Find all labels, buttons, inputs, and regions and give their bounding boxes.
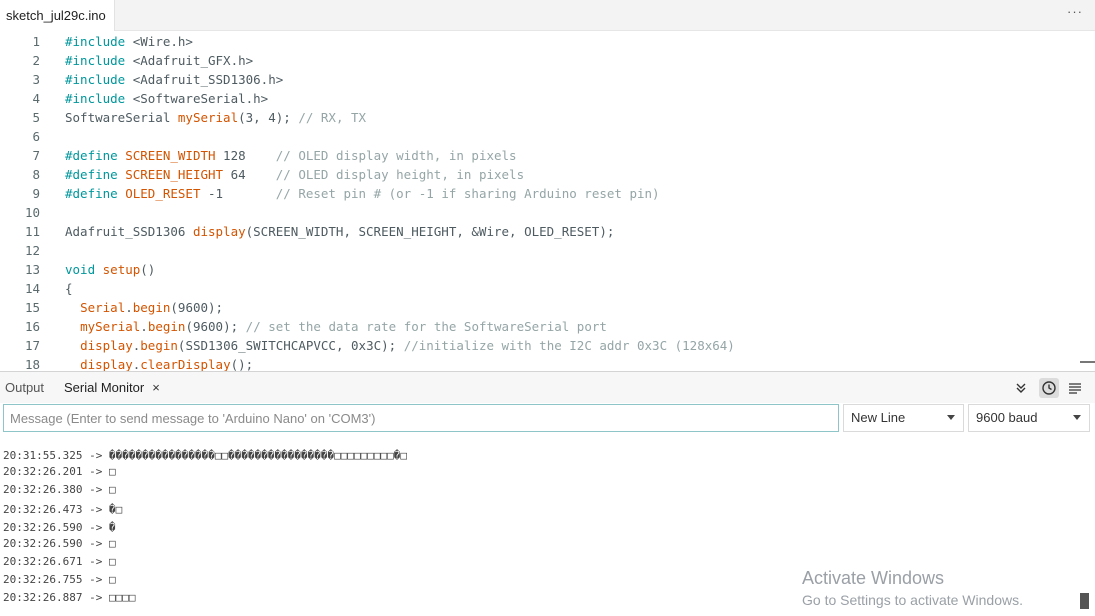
scrollbar-thumb[interactable] <box>1080 361 1095 363</box>
line-number: 1 <box>32 34 40 49</box>
line-number: 18 <box>24 357 40 371</box>
serial-output-line: 20:32:26.590 -> □ <box>3 537 116 550</box>
line-number: 12 <box>24 243 40 258</box>
line-number: 7 <box>32 148 40 163</box>
chevron-double-down-icon[interactable] <box>1013 380 1029 396</box>
more-options-icon[interactable]: ··· <box>1067 4 1083 19</box>
baud-rate-select[interactable]: 9600 baud <box>968 404 1090 432</box>
tab-serial-monitor[interactable]: Serial Monitor × <box>64 372 160 403</box>
line-number: 2 <box>32 53 40 68</box>
code-line[interactable]: mySerial.begin(9600); // set the data ra… <box>65 317 607 336</box>
lines-icon[interactable] <box>1067 380 1083 396</box>
line-number: 5 <box>32 110 40 125</box>
line-number: 17 <box>24 338 40 353</box>
code-line[interactable]: display.begin(SSD1306_SWITCHCAPVCC, 0x3C… <box>65 336 735 355</box>
line-number: 6 <box>32 129 40 144</box>
code-line[interactable]: void setup() <box>65 260 155 279</box>
line-ending-select[interactable]: New Line <box>843 404 964 432</box>
message-input[interactable] <box>3 404 839 432</box>
close-icon[interactable]: × <box>152 380 160 395</box>
tab-sketch-file[interactable]: sketch_jul29c.ino <box>0 0 115 31</box>
line-number: 3 <box>32 72 40 87</box>
code-line[interactable]: #define SCREEN_HEIGHT 64 // OLED display… <box>65 165 524 184</box>
code-line[interactable]: #include <SoftwareSerial.h> <box>65 89 268 108</box>
serial-output-line: 20:32:26.590 -> � <box>3 521 116 534</box>
serial-output-line: 20:32:26.887 -> □□□□ <box>3 591 136 604</box>
serial-output-line: 20:32:26.201 -> □ <box>3 465 116 478</box>
output-scrollbar-thumb[interactable] <box>1080 593 1089 609</box>
serial-output-line: 20:31:55.325 -> ����������������□□������… <box>3 449 407 462</box>
activate-windows-title: Activate Windows <box>802 568 945 588</box>
code-line[interactable]: #include <Wire.h> <box>65 32 193 51</box>
line-number: 14 <box>24 281 40 296</box>
line-number: 15 <box>24 300 40 315</box>
serial-output-line: 20:32:26.755 -> □ <box>3 573 116 586</box>
tab-serial-monitor-label: Serial Monitor <box>64 380 145 395</box>
code-line[interactable]: { <box>65 279 73 298</box>
line-number: 11 <box>24 224 40 239</box>
tab-bar: sketch_jul29c.ino ··· <box>0 0 1095 31</box>
serial-output-line: 20:32:26.473 -> �□ <box>3 503 123 516</box>
code-line[interactable]: Adafruit_SSD1306 display(SCREEN_WIDTH, S… <box>65 222 614 241</box>
code-line[interactable]: SoftwareSerial mySerial(3, 4); // RX, TX <box>65 108 366 127</box>
chevron-down-icon <box>947 415 955 420</box>
chevron-down-icon <box>1073 415 1081 420</box>
line-number: 9 <box>32 186 40 201</box>
code-line[interactable]: #define OLED_RESET -1 // Reset pin # (or… <box>65 184 660 203</box>
code-line[interactable]: display.clearDisplay(); <box>65 355 253 371</box>
code-line[interactable]: #include <Adafruit_SSD1306.h> <box>65 70 283 89</box>
line-number: 10 <box>24 205 40 220</box>
line-number: 8 <box>32 167 40 182</box>
line-number: 16 <box>24 319 40 334</box>
line-number: 13 <box>24 262 40 277</box>
line-number: 4 <box>32 91 40 106</box>
code-editor[interactable]: 1 2 3 4 5 6 7 8 9 10 11 12 13 14 15 16 17 18 #include <Wi… <box>0 31 1095 371</box>
serial-output-line: 20:32:26.671 -> □ <box>3 555 116 568</box>
line-ending-value: New Line <box>851 410 906 425</box>
panel-header: Output Serial Monitor × <box>0 371 1095 403</box>
serial-output-line: 20:32:26.380 -> □ <box>3 483 116 496</box>
clock-icon[interactable] <box>1039 378 1059 398</box>
baud-rate-value: 9600 baud <box>976 410 1038 425</box>
code-line[interactable]: #include <Adafruit_GFX.h> <box>65 51 253 70</box>
code-line[interactable]: Serial.begin(9600); <box>65 298 223 317</box>
code-line[interactable]: #define SCREEN_WIDTH 128 // OLED display… <box>65 146 517 165</box>
tab-output[interactable]: Output <box>5 372 44 403</box>
activate-windows-subtitle: Go to Settings to activate Windows. <box>802 592 1023 608</box>
